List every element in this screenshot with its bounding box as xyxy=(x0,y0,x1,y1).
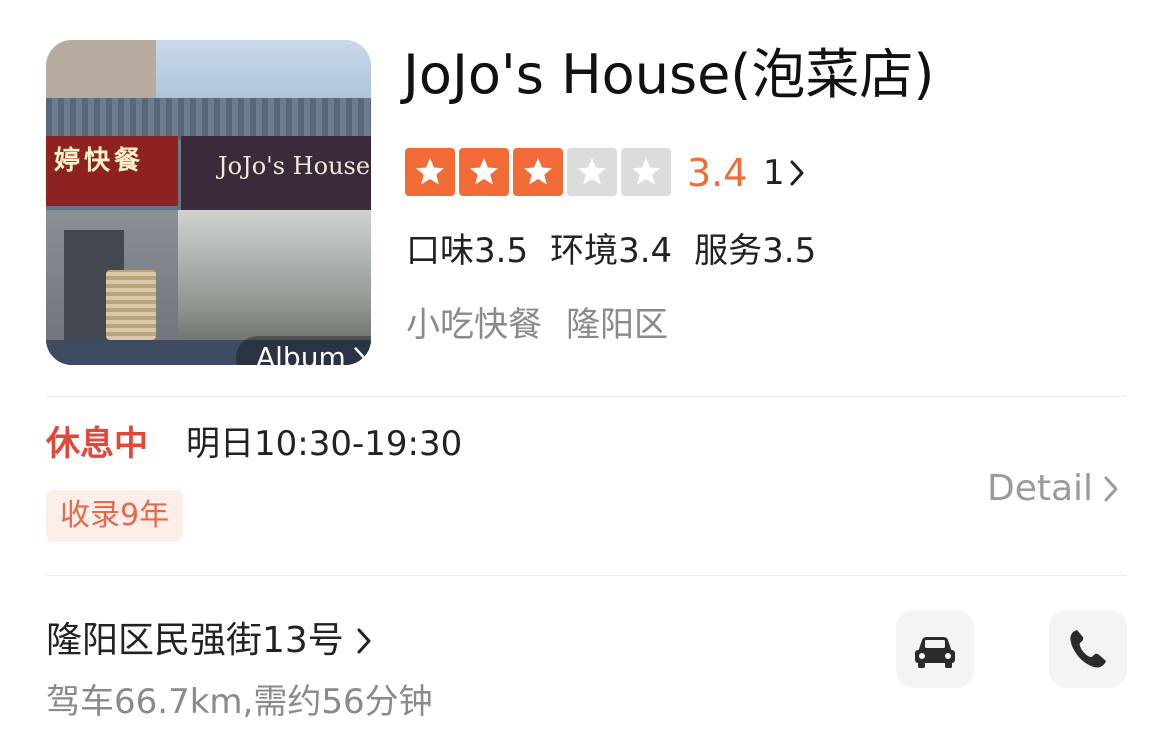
star-rating xyxy=(405,148,671,196)
chevron-right-icon xyxy=(357,628,371,654)
star-icon xyxy=(567,148,617,196)
shop-tags: 小吃快餐 隆阳区 xyxy=(406,300,668,350)
address-link[interactable]: 隆阳区民强街13号 xyxy=(46,614,372,668)
sub-score-taste: 口味3.5 xyxy=(406,231,529,271)
divider xyxy=(46,575,1126,576)
star-icon xyxy=(459,148,509,196)
detail-link[interactable]: Detail xyxy=(987,464,1119,514)
sub-score-service: 服务3.5 xyxy=(694,231,817,271)
chevron-right-icon xyxy=(1104,476,1118,502)
star-icon xyxy=(621,148,671,196)
star-icon xyxy=(405,148,455,196)
opening-hours: 明日10:30-19:30 xyxy=(186,424,463,464)
album-label: Album xyxy=(256,341,346,365)
shop-district: 隆阳区 xyxy=(566,305,668,345)
detail-label: Detail xyxy=(987,468,1094,509)
star-icon xyxy=(513,148,563,196)
album-button[interactable]: Album xyxy=(236,336,371,365)
call-button[interactable] xyxy=(1049,610,1127,688)
photo-sign-right-text: JoJo's House xyxy=(218,152,371,180)
photo-chair xyxy=(106,270,156,340)
shop-photo[interactable]: 婷快餐 JoJo's House Album xyxy=(46,40,371,365)
divider xyxy=(46,396,1126,397)
photo-sign-left-text: 婷快餐 xyxy=(54,146,145,176)
drive-distance: 驾车66.7km,需约56分钟 xyxy=(46,682,433,722)
shop-name: JoJo's House(泡菜店) xyxy=(403,43,935,106)
navigate-button[interactable] xyxy=(896,610,974,688)
chevron-right-icon xyxy=(790,160,804,186)
car-icon xyxy=(915,637,955,668)
address-text: 隆阳区民强街13号 xyxy=(46,620,344,661)
shop-category: 小吃快餐 xyxy=(406,305,542,345)
chevron-right-icon xyxy=(354,347,366,365)
phone-icon xyxy=(1070,630,1106,668)
review-count: 1 xyxy=(763,153,785,193)
sub-scores: 口味3.5 环境3.4 服务3.5 xyxy=(406,226,816,276)
listed-years-badge: 收录9年 xyxy=(46,490,184,542)
sub-score-environment: 环境3.4 xyxy=(550,231,673,271)
review-count-link[interactable]: 1 xyxy=(763,148,805,198)
photo-roof xyxy=(46,98,371,140)
open-status: 休息中 xyxy=(46,424,148,464)
rating-score: 3.4 xyxy=(687,151,748,195)
